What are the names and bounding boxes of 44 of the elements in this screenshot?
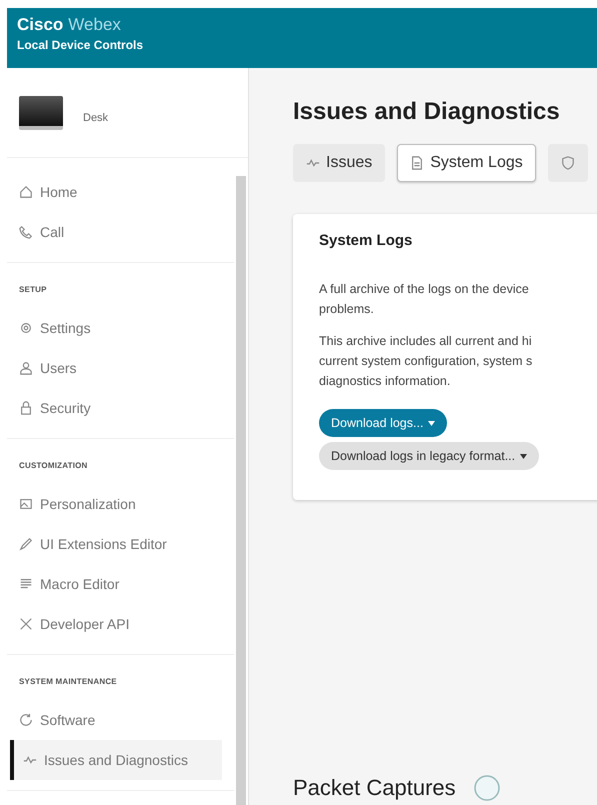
gear-icon <box>19 321 33 335</box>
nav-item[interactable]: Issues and Diagnostics <box>10 740 222 780</box>
tab[interactable] <box>548 144 588 182</box>
tab[interactable]: Issues <box>293 144 386 182</box>
nav-item[interactable]: Call <box>19 212 222 252</box>
download-button[interactable]: Download logs... <box>319 409 448 437</box>
home-icon <box>19 185 33 199</box>
scrollbar[interactable] <box>236 176 246 805</box>
device-picture <box>19 96 63 130</box>
user-icon <box>19 361 33 375</box>
nav-item[interactable]: Settings <box>19 308 222 348</box>
lock-icon <box>19 401 33 415</box>
section-heading: SETUP <box>19 285 48 294</box>
nav-item[interactable]: Macro Editor <box>19 564 222 604</box>
pencil-icon <box>19 537 33 551</box>
brand-product: Webex <box>68 15 121 35</box>
nav-item[interactable]: Security <box>19 388 222 428</box>
lines-icon <box>19 577 33 591</box>
section-heading: SYSTEM MAINTENANCE <box>19 677 118 686</box>
nav-item[interactable]: UI Extensions Editor <box>19 524 222 564</box>
caret-icon <box>520 454 528 458</box>
device-name: Desk <box>83 112 108 124</box>
refresh-icon <box>19 713 33 727</box>
description-text: This archive includes all current and hi current system configuration, system s diagnostics information. <box>319 333 532 390</box>
download-button[interactable]: Download logs in legacy format... <box>319 442 540 470</box>
image-icon <box>19 497 33 511</box>
header-subtitle: Local Device Controls <box>17 38 144 52</box>
nav-item[interactable]: Personalization <box>19 484 222 524</box>
card-title: System Logs <box>319 232 412 249</box>
circle-icon[interactable] <box>474 775 500 801</box>
section-title: Packet Captures <box>293 775 456 801</box>
document-icon <box>410 156 424 170</box>
page-title: Issues and Diagnostics <box>293 98 561 126</box>
nav-item[interactable]: Software <box>19 700 222 740</box>
shield-icon <box>560 156 575 170</box>
nav-item[interactable]: Developer API <box>19 604 222 644</box>
nav-item[interactable]: Home <box>19 172 222 212</box>
caret-icon <box>428 420 436 426</box>
tab[interactable]: System Logs <box>397 144 536 182</box>
description-text: A full archive of the logs on the device problems. <box>319 281 529 318</box>
brand-name: Cisco <box>17 15 64 35</box>
phone-icon <box>19 225 33 239</box>
section-heading: CUSTOMIZATION <box>19 461 89 470</box>
nav-item[interactable]: Users <box>19 348 222 388</box>
